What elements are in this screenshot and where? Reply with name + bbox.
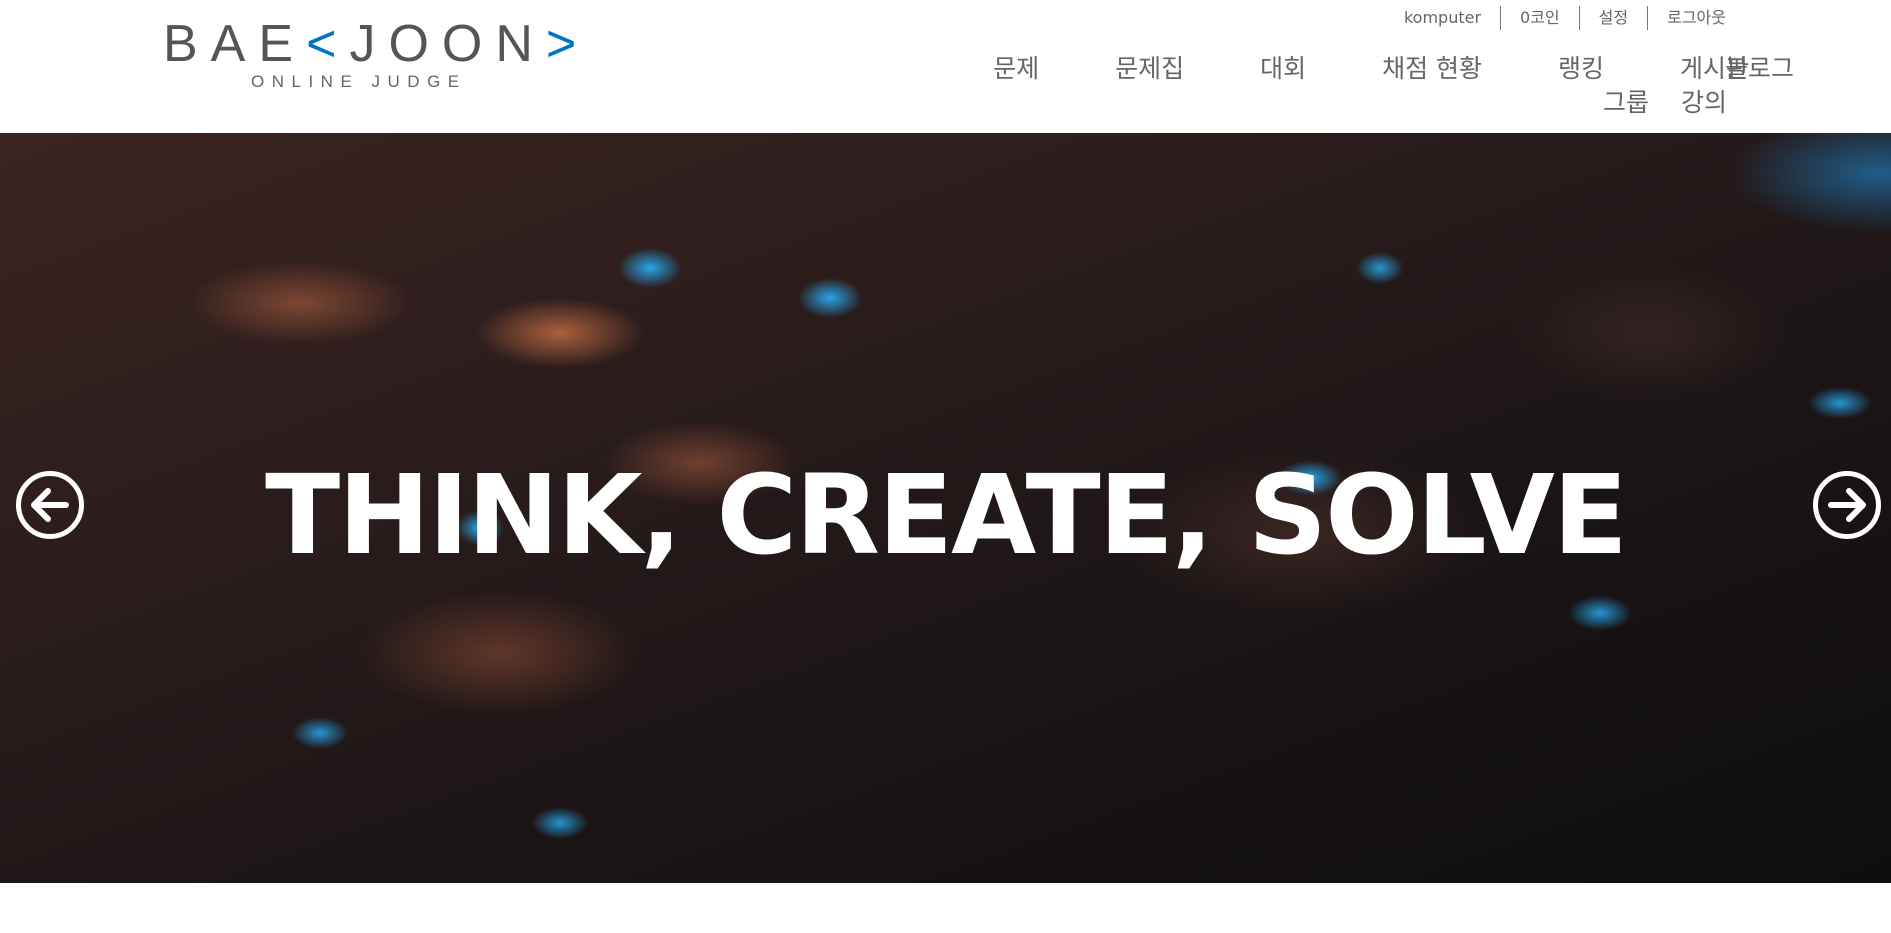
site-header: BAE<JOON> ONLINE JUDGE komputer 0코인 설정 로… xyxy=(0,0,1891,133)
logout-link[interactable]: 로그아웃 xyxy=(1648,6,1745,30)
nav-item-problems[interactable]: 문제 xyxy=(993,52,1039,86)
arrow-right-circle-icon xyxy=(1828,488,1866,522)
nav-item-blog[interactable]: 블로그 xyxy=(1725,52,1794,86)
hero-carousel: THINK, CREATE, SOLVE xyxy=(0,133,1891,883)
logo-bracket-left: < xyxy=(306,15,350,73)
nav-item-ranking[interactable]: 랭킹 xyxy=(1558,52,1604,86)
carousel-next-button[interactable] xyxy=(1813,471,1881,539)
logo-text-bae: BAE xyxy=(163,15,307,73)
logo-wordmark: BAE<JOON> xyxy=(163,18,589,70)
site-logo[interactable]: BAE<JOON> ONLINE JUDGE xyxy=(163,18,576,96)
logo-subtitle: ONLINE JUDGE xyxy=(251,72,467,91)
settings-link[interactable]: 설정 xyxy=(1580,6,1647,30)
logo-text-joon: JOON xyxy=(349,15,546,73)
user-utility-bar: komputer 0코인 설정 로그아웃 xyxy=(1385,6,1745,30)
nav-item-lectures[interactable]: 강의 xyxy=(1681,86,1727,120)
nav-item-contests[interactable]: 대회 xyxy=(1260,52,1306,86)
arrow-left-circle-icon xyxy=(31,488,69,522)
coins-link[interactable]: 0코인 xyxy=(1501,6,1579,30)
nav-item-workbooks[interactable]: 문제집 xyxy=(1115,52,1184,86)
main-nav: 문제 문제집 대회 채점 현황 랭킹 게시판 그룹 블로그 강의 xyxy=(749,52,1794,120)
username-link[interactable]: komputer xyxy=(1385,6,1500,30)
nav-item-status[interactable]: 채점 현황 xyxy=(1382,52,1482,86)
logo-bracket-right: > xyxy=(545,15,590,73)
hero-title: THINK, CREATE, SOLVE xyxy=(265,451,1628,579)
nav-item-groups[interactable]: 그룹 xyxy=(1603,86,1649,120)
carousel-prev-button[interactable] xyxy=(16,471,84,539)
